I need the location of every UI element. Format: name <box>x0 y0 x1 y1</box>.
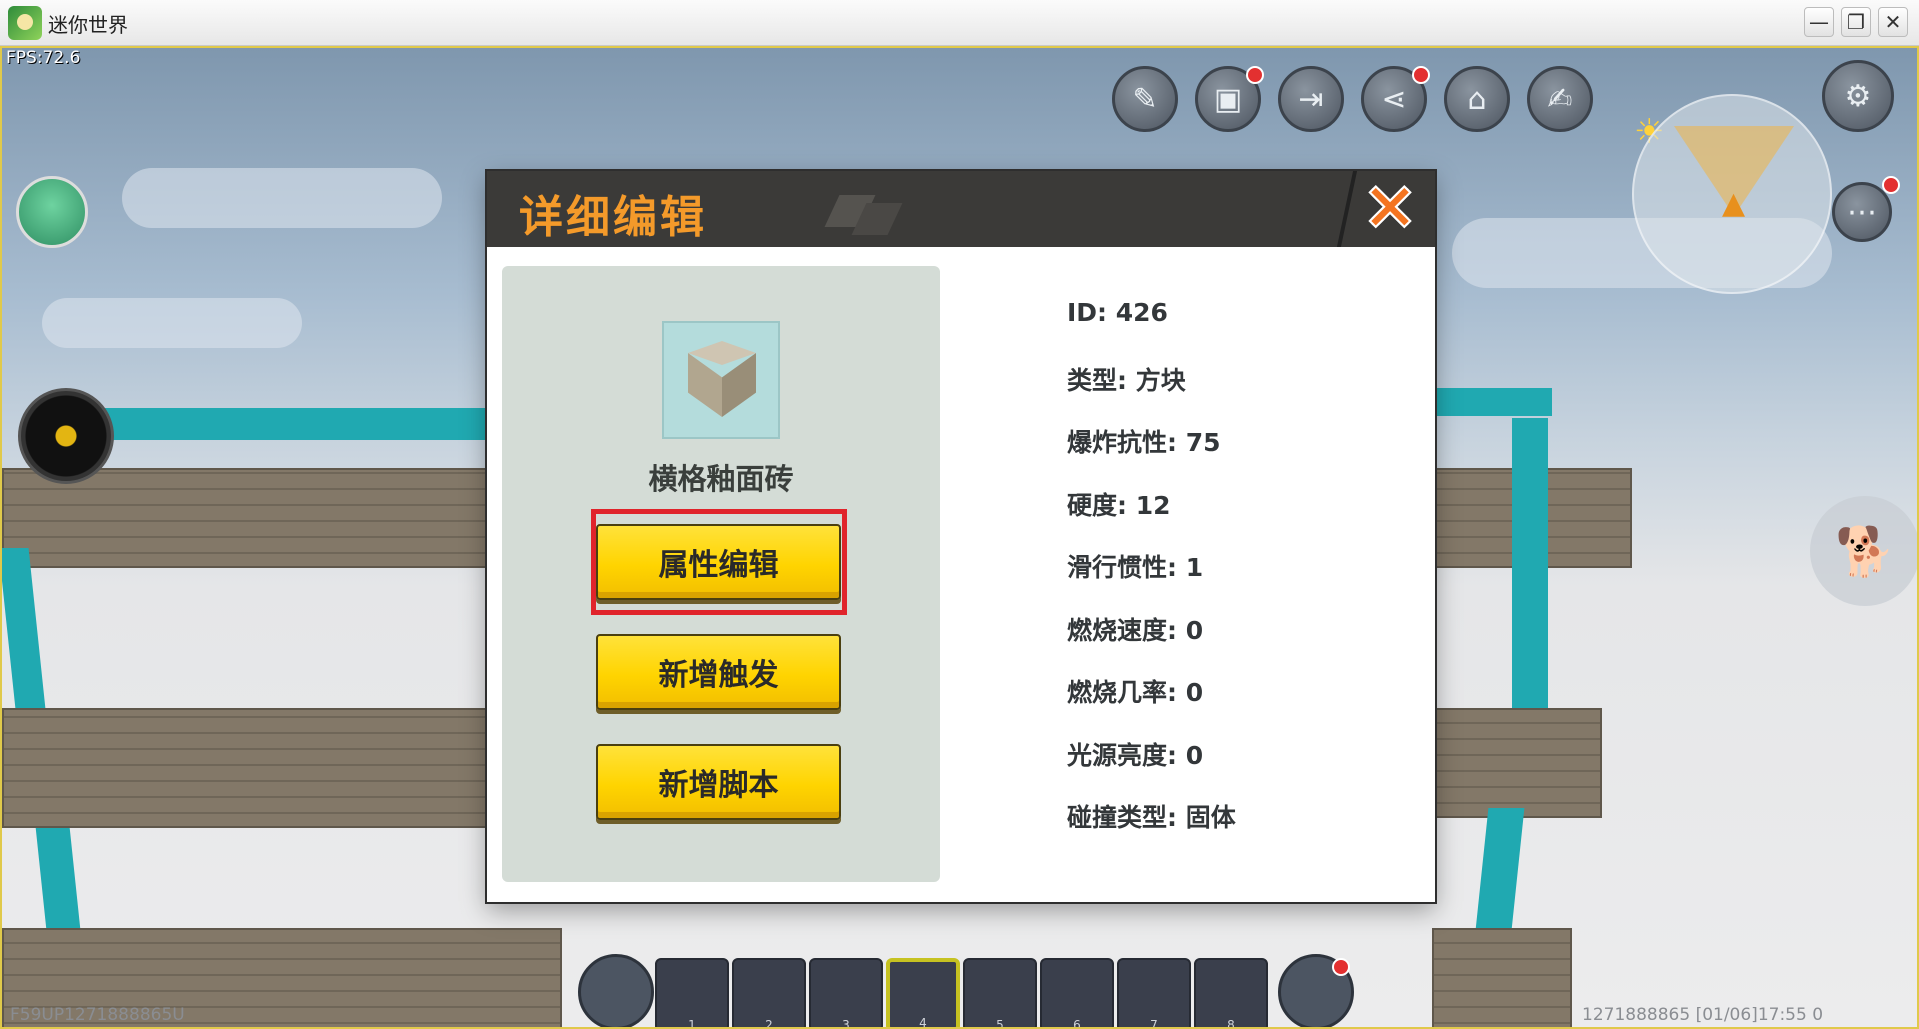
player-arrow-icon: ▲ <box>1722 186 1746 221</box>
info-blast-resistance: 爆炸抗性: 75 <box>1067 428 1221 457</box>
cyan-pillar <box>1512 418 1548 748</box>
hotbar-slot[interactable]: 3 <box>809 958 883 1027</box>
add-script-button[interactable]: 新增脚本 <box>596 744 841 820</box>
block-name: 横格釉面砖 <box>648 462 794 496</box>
notification-dot <box>1412 66 1430 84</box>
player-id-text: F59UP1271888865U <box>10 1005 185 1025</box>
edit-icon[interactable]: ✍ <box>1527 66 1593 132</box>
gear-icon[interactable]: ⚙ <box>1822 60 1894 132</box>
player-avatar[interactable] <box>16 176 88 248</box>
window-close-button[interactable]: ✕ <box>1878 7 1908 37</box>
hotbar-slot[interactable]: 6 <box>1040 958 1114 1027</box>
brick-wall <box>1432 708 1602 818</box>
block-thumbnail <box>662 321 780 439</box>
fps-counter: FPS:72.6 <box>6 48 81 68</box>
app-logo-icon <box>8 6 42 40</box>
info-slipperiness: 滑行惯性: 1 <box>1067 553 1204 582</box>
notification-dot <box>1332 958 1350 976</box>
hotbar: 1 2 3 4 5 6 7 8 <box>580 958 1350 1027</box>
cyan-beam <box>1432 388 1552 416</box>
music-record-icon[interactable] <box>18 388 114 484</box>
notification-dot <box>1246 66 1264 84</box>
info-collision-type: 碰撞类型: 固体 <box>1067 803 1236 832</box>
info-type: 类型: 方块 <box>1067 366 1186 395</box>
brick-wall <box>2 708 492 828</box>
exit-icon[interactable]: ⇥ <box>1278 66 1344 132</box>
info-light-level: 光源亮度: 0 <box>1067 741 1204 770</box>
window-title: 迷你世界 <box>48 13 128 37</box>
cloud <box>122 168 442 228</box>
hotbar-slot[interactable]: 7 <box>1117 958 1191 1027</box>
dialog-header: 详细编辑 ✕ <box>487 171 1435 247</box>
brick-wall <box>1432 928 1572 1027</box>
notification-dot <box>1882 176 1900 194</box>
close-icon[interactable]: ✕ <box>1345 171 1435 247</box>
minimap[interactable]: ▲ <box>1632 94 1832 294</box>
window-titlebar: 迷你世界 — ❐ ✕ <box>0 0 1919 46</box>
cloud <box>42 298 302 348</box>
hotbar-slot[interactable]: 1 <box>655 958 729 1027</box>
home-icon[interactable]: ⌂ <box>1444 66 1510 132</box>
info-burn-chance: 燃烧几率: 0 <box>1067 678 1204 707</box>
tools-icon[interactable]: ✎ <box>1112 66 1178 132</box>
dialog-title: 详细编辑 <box>519 192 707 243</box>
info-id: ID: 426 <box>1067 298 1168 327</box>
restore-button[interactable]: ❐ <box>1841 7 1871 37</box>
hotbar-slot[interactable]: 5 <box>963 958 1037 1027</box>
status-readout: 1271888865 [01/06]17:55 0 [110]1.8.5 <box>1582 1005 1824 1027</box>
minimize-button[interactable]: — <box>1804 7 1834 37</box>
hotbar-slot-selected[interactable]: 4 <box>886 958 960 1027</box>
info-hardness: 硬度: 12 <box>1067 491 1171 520</box>
hotbar-slot[interactable]: 8 <box>1194 958 1268 1027</box>
block-panel: 横格釉面砖 属性编辑 新增触发 新增脚本 <box>502 266 940 882</box>
detail-edit-dialog: 详细编辑 ✕ 横格釉面砖 属性编辑 新增触发 新增脚本 ID: 426 类型: … <box>487 171 1435 902</box>
hotbar-slot[interactable]: 2 <box>732 958 806 1027</box>
cyan-beam <box>102 408 502 440</box>
pet-icon[interactable]: 🐕 <box>1810 496 1917 606</box>
cyan-pillar <box>2 548 48 728</box>
more-icon[interactable]: ⋯ <box>1832 182 1892 242</box>
edit-attributes-button[interactable]: 属性编辑 <box>596 524 841 600</box>
info-burn-speed: 燃烧速度: 0 <box>1067 616 1204 645</box>
add-trigger-button[interactable]: 新增触发 <box>596 634 841 710</box>
